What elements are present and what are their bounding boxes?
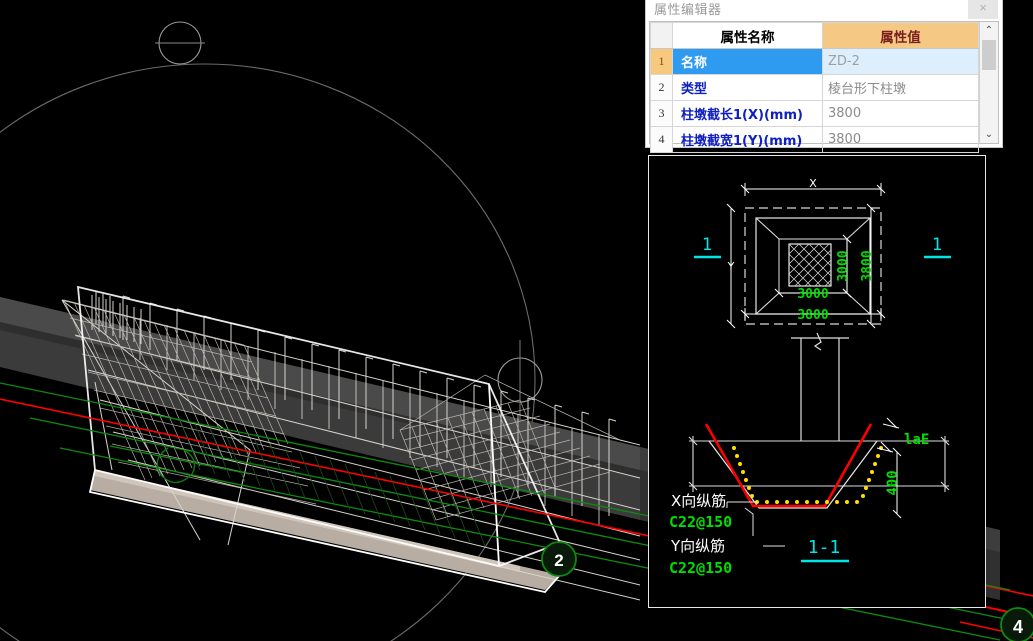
property-table-header-row: 属性名称 属性值 [650, 22, 979, 49]
row-index[interactable]: 1 [650, 48, 673, 75]
property-table-container[interactable]: 属性名称 属性值 1 名称 ZD-2 2 类型 棱台形下柱墩 3 柱墩截长1(X… [649, 21, 999, 153]
table-row[interactable]: 1 名称 ZD-2 [650, 48, 979, 75]
property-name[interactable]: 柱墩截宽1(Y)(mm) [672, 126, 823, 153]
property-table[interactable]: 属性名称 属性值 1 名称 ZD-2 2 类型 棱台形下柱墩 3 柱墩截长1(X… [650, 22, 979, 153]
property-name[interactable]: 名称 [672, 48, 823, 75]
property-value[interactable]: 3800 [822, 100, 979, 127]
grid-marker-4[interactable]: 4 [1000, 607, 1033, 641]
property-editor-panel[interactable]: 属性编辑器 × 属性名称 属性值 1 名称 ZD-2 2 类型 棱台形下柱墩 3… [645, 0, 1003, 153]
leader-y-label: Y向纵筋 [670, 537, 725, 555]
plan-dim-3800-right: 3800 [860, 250, 875, 281]
depth-dim-label: 400 [885, 470, 901, 495]
scroll-up-icon[interactable]: ⌃ [980, 22, 998, 39]
row-index[interactable]: 3 [650, 100, 673, 127]
property-editor-title: 属性编辑器 [654, 3, 722, 18]
scrollbar-thumb[interactable] [982, 40, 996, 70]
table-row[interactable]: 4 柱墩截宽1(Y)(mm) 3800 [650, 126, 979, 153]
plan-dim-3000-right: 3000 [836, 250, 851, 281]
detail-drawing: X Y 3000 3800 3000 3800 1 1 laE 400 X向纵筋… [649, 156, 985, 607]
leader-y-spec: C22@150 [669, 559, 732, 577]
plan-axis-y-label: Y [727, 260, 735, 273]
row-index[interactable]: 2 [650, 74, 673, 101]
column-header-value[interactable]: 属性值 [822, 22, 979, 49]
property-editor-titlebar[interactable]: 属性编辑器 × [646, 0, 1002, 21]
property-value[interactable]: 3800 [822, 126, 979, 153]
section-title-label: 1-1 [808, 537, 841, 558]
leader-x-label: X向纵筋 [671, 492, 726, 510]
property-table-scrollbar[interactable]: ⌃ ⌄ [979, 22, 998, 143]
anchor-length-label: laE [904, 432, 929, 448]
close-icon[interactable]: × [968, 0, 998, 19]
drawing-preview-panel[interactable]: X Y 3000 3800 3000 3800 1 1 laE 400 X向纵筋… [648, 155, 986, 608]
scroll-down-icon[interactable]: ⌄ [980, 126, 998, 143]
leader-x-spec: C22@150 [669, 513, 732, 531]
column-header-name[interactable]: 属性名称 [672, 22, 823, 49]
property-value[interactable]: ZD-2 [822, 48, 979, 75]
grid-marker-2[interactable]: 2 [541, 541, 577, 577]
row-index[interactable]: 4 [650, 126, 673, 153]
table-row[interactable]: 3 柱墩截长1(X)(mm) 3800 [650, 100, 979, 127]
grid-marker-2-label: 2 [554, 551, 563, 570]
table-row[interactable]: 2 类型 棱台形下柱墩 [650, 74, 979, 101]
plan-dim-3800-bottom: 3800 [797, 308, 828, 323]
column-header-index[interactable] [650, 22, 673, 49]
grid-marker-4-label: 4 [1013, 617, 1023, 637]
property-value[interactable]: 棱台形下柱墩 [822, 74, 979, 101]
section-mark-left-label: 1 [702, 235, 712, 255]
plan-dim-3000-bottom: 3000 [797, 287, 828, 302]
plan-axis-x-label: X [809, 177, 817, 190]
property-name[interactable]: 柱墩截长1(X)(mm) [672, 100, 823, 127]
section-mark-right-label: 1 [932, 235, 942, 255]
property-name[interactable]: 类型 [672, 74, 823, 101]
